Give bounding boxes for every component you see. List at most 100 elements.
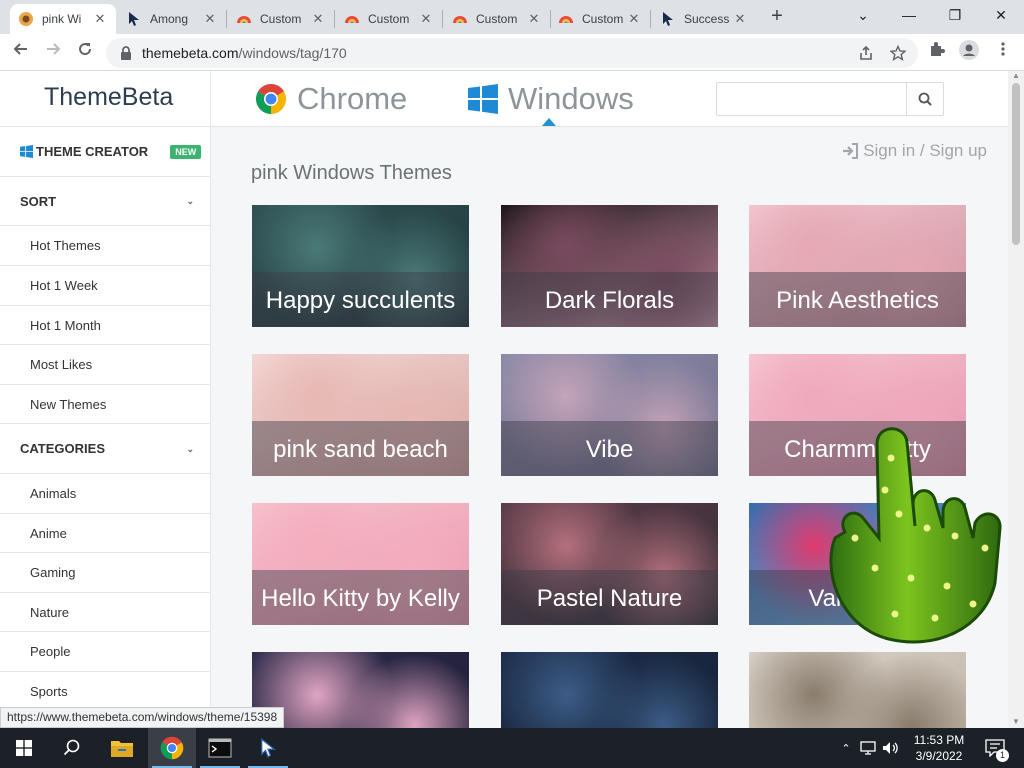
taskbar-chrome[interactable] (148, 728, 196, 768)
tab-separator (334, 10, 335, 28)
new-tab-button[interactable]: + (766, 6, 788, 28)
page-scrollbar[interactable]: ▲ ▼ (1008, 71, 1024, 728)
theme-card[interactable] (252, 652, 469, 728)
categories-heading[interactable]: CATEGORIES ⌄ (0, 424, 210, 474)
profile-button[interactable] (956, 40, 982, 66)
tab-title: Among (150, 12, 189, 26)
share-icon[interactable] (858, 45, 874, 61)
sidebar-item-label: Animals (30, 486, 77, 501)
tab-close-icon[interactable]: ✕ (418, 11, 434, 27)
bookmark-star-icon[interactable] (890, 45, 906, 61)
tab-title: Success (684, 12, 730, 26)
restore-button[interactable]: ❐ (932, 2, 978, 28)
tab-close-icon[interactable]: ✕ (202, 11, 218, 27)
reload-button[interactable] (72, 40, 98, 66)
sidebar-item-label: Gaming (30, 565, 76, 580)
sidebar-item-gaming[interactable]: Gaming (0, 553, 210, 593)
extensions-button[interactable] (924, 40, 950, 66)
taskbar-terminal[interactable] (196, 728, 244, 768)
sidebar-item-new-themes[interactable]: New Themes (0, 385, 210, 424)
close-window-button[interactable]: ✕ (978, 2, 1024, 28)
windows-logo-icon (20, 145, 33, 158)
notification-count-badge: 1 (996, 749, 1009, 762)
nav-chrome[interactable]: Chrome (255, 79, 407, 119)
theme-card[interactable] (749, 652, 966, 728)
theme-title: Vibe (585, 436, 634, 463)
cursor-arrow-favicon-icon (660, 11, 676, 27)
forward-button[interactable] (40, 40, 66, 66)
theme-card[interactable]: Dark Florals (501, 205, 718, 327)
tab-close-icon[interactable]: ✕ (732, 11, 748, 27)
themebeta-favicon-icon (18, 11, 34, 27)
windows-taskbar: ⌃ 11:53 PM 3/9/2022 1 (0, 728, 1024, 768)
sidebar-item-nature[interactable]: Nature (0, 593, 210, 632)
minimize-button[interactable]: — (886, 2, 932, 28)
sidebar-item-most-likes[interactable]: Most Likes (0, 345, 210, 385)
screen: pink Wi ✕ Among ✕ Custom ✕ Custom ✕ Cust… (0, 0, 1024, 768)
tab-close-icon[interactable]: ✕ (626, 11, 642, 27)
taskbar-file-explorer[interactable] (98, 728, 146, 768)
taskbar-search-button[interactable] (48, 728, 96, 768)
scrollbar-thumb[interactable] (1012, 83, 1020, 245)
sidebar-item-hot-1-month[interactable]: Hot 1 Month (0, 306, 210, 345)
site-logo[interactable]: ThemeBeta (44, 83, 173, 112)
sort-heading-label: SORT (20, 193, 57, 209)
scroll-up-icon[interactable]: ▲ (1012, 71, 1020, 80)
site-search-input[interactable] (717, 83, 907, 115)
tab-success[interactable]: Success ✕ (652, 4, 756, 34)
url-path: /windows/tag/170 (238, 45, 347, 61)
site-header: ThemeBeta Chrome Windows (0, 71, 1008, 127)
tab-separator (442, 10, 443, 28)
theme-card[interactable]: Pastel Nature (501, 503, 718, 625)
back-button[interactable] (8, 40, 34, 66)
show-hidden-icons-icon[interactable]: ⌃ (838, 742, 854, 755)
tab-among[interactable]: Among ✕ (118, 4, 226, 34)
tab-custom-4[interactable]: Custom ✕ (550, 4, 650, 34)
tab-close-icon[interactable]: ✕ (92, 11, 108, 27)
tab-close-icon[interactable]: ✕ (526, 11, 542, 27)
volume-icon[interactable] (882, 740, 900, 756)
network-icon[interactable] (860, 740, 878, 756)
signin-label: Sign in / Sign up (863, 141, 987, 160)
action-center-button[interactable]: 1 (982, 728, 1009, 768)
address-bar[interactable]: themebeta.com/windows/tag/170 (106, 38, 918, 68)
menu-button[interactable] (990, 40, 1016, 66)
theme-thumbnail (252, 652, 469, 728)
sidebar-item-hot-themes[interactable]: Hot Themes (0, 226, 210, 266)
tab-custom-3[interactable]: Custom ✕ (444, 4, 550, 34)
theme-card[interactable]: Hello Kitty by Kelly (252, 503, 469, 625)
sidebar-item-anime[interactable]: Anime (0, 514, 210, 553)
theme-card[interactable] (501, 652, 718, 728)
signin-link[interactable]: Sign in / Sign up (842, 141, 987, 161)
nav-windows[interactable]: Windows (468, 79, 634, 119)
theme-card[interactable]: pink sand beach (252, 354, 469, 476)
sidebar-item-label: Hot Themes (30, 238, 101, 253)
start-button[interactable] (0, 728, 48, 768)
tab-search-button[interactable]: ⌄ (840, 2, 886, 28)
tab-title: Custom (368, 12, 410, 26)
sidebar-item-people[interactable]: People (0, 632, 210, 672)
logo-area: ThemeBeta (0, 71, 211, 127)
sort-heading[interactable]: SORT ⌄ (0, 177, 210, 226)
theme-card[interactable]: Pink Aesthetics (749, 205, 966, 327)
sidebar-item-hot-1-week[interactable]: Hot 1 Week (0, 266, 210, 306)
tab-title: Custom (476, 12, 518, 26)
link-status-bubble: https://www.themebeta.com/windows/theme/… (0, 707, 285, 728)
theme-card[interactable]: Vibe (501, 354, 718, 476)
taskbar-clock[interactable]: 11:53 PM 3/9/2022 (906, 732, 972, 764)
scroll-down-icon[interactable]: ▼ (1012, 717, 1020, 726)
tab-custom-1[interactable]: Custom ✕ (228, 4, 334, 34)
custom-cursor-favicon-icon (344, 11, 360, 27)
clock-time: 11:53 PM (913, 733, 965, 747)
theme-creator-link[interactable]: THEME CREATOR NEW (0, 127, 210, 177)
site-search-button[interactable] (906, 83, 943, 115)
tab-separator (226, 10, 227, 28)
tab-pink-windows[interactable]: pink Wi ✕ (10, 4, 116, 34)
tab-close-icon[interactable]: ✕ (310, 11, 326, 27)
sidebar-item-animals[interactable]: Animals (0, 474, 210, 514)
sidebar-item-sports[interactable]: Sports (0, 672, 210, 711)
taskbar-cursor-app[interactable] (244, 728, 292, 768)
avatar-icon (959, 40, 979, 60)
tab-custom-2[interactable]: Custom ✕ (336, 4, 442, 34)
theme-card[interactable]: Happy succulents (252, 205, 469, 327)
